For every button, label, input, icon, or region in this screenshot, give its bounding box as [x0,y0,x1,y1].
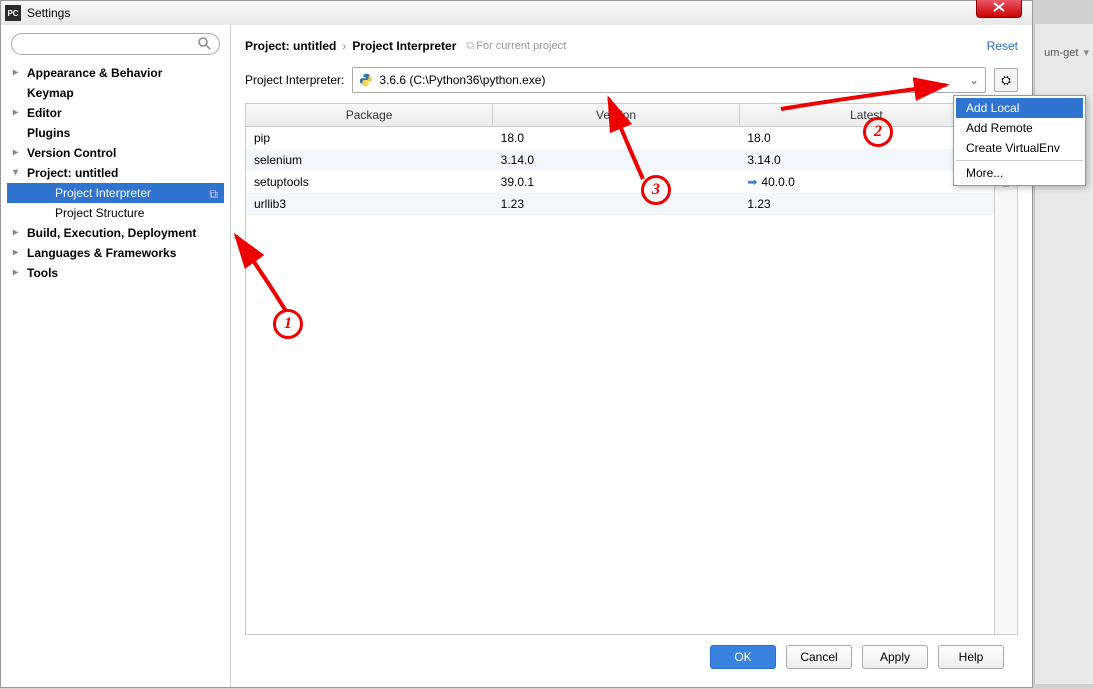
tree-editor[interactable]: ▸Editor [7,103,224,123]
col-package[interactable]: Package [246,104,493,127]
chevron-right-icon: ▸ [13,147,18,158]
cell-package: selenium [246,149,493,171]
main-panel: Project: untitled › Project Interpreter … [231,25,1032,687]
chevron-down-icon: ▾ [13,167,18,178]
apply-button[interactable]: Apply [862,645,928,669]
tree-build[interactable]: ▸Build, Execution, Deployment [7,223,224,243]
gear-icon: ⛭ [1001,73,1011,88]
cancel-button[interactable]: Cancel [786,645,852,669]
table-row[interactable]: setuptools39.0.1➡40.0.0 [246,171,994,193]
app-icon: PC [5,5,21,21]
tree-project[interactable]: ▾Project: untitled [7,163,224,183]
menu-separator [956,160,1083,161]
close-button[interactable] [976,0,1022,18]
window-title: Settings [27,6,1028,20]
table-row[interactable]: pip18.018.0 [246,127,994,150]
tree-plugins[interactable]: Plugins [7,123,224,143]
cell-package: pip [246,127,493,150]
cell-latest: 1.23 [739,193,993,215]
chevron-down-icon: ⌄ [969,73,979,87]
breadcrumb-page: Project Interpreter [352,39,456,53]
upgrade-arrow-icon: ➡ [747,175,757,189]
titlebar: PC Settings [1,1,1032,26]
breadcrumb: Project: untitled › Project Interpreter … [245,39,1018,53]
settings-tree: ▸Appearance & Behavior Keymap ▸Editor Pl… [1,63,230,687]
table-row[interactable]: urllib31.231.23 [246,193,994,215]
cell-version: 1.23 [493,193,740,215]
chevron-right-icon: ▸ [13,107,18,118]
tree-project-interpreter[interactable]: Project Interpreter⧉ [7,183,224,203]
tree-keymap[interactable]: Keymap [7,83,224,103]
current-project-note: ⧉For current project [466,40,566,53]
interpreter-row: Project Interpreter: 3.6.6 (C:\Python36\… [245,67,1018,93]
chevron-right-icon: ▸ [13,267,18,278]
background-tab: um-get ▾ [1044,46,1089,59]
dialog-button-bar: OK Cancel Apply Help [245,635,1018,679]
copy-icon: ⧉ [466,40,474,52]
reset-link[interactable]: Reset [987,39,1018,53]
tree-version-control[interactable]: ▸Version Control [7,143,224,163]
menu-add-remote[interactable]: Add Remote [956,118,1083,138]
chevron-right-icon: ▸ [13,247,18,258]
chevron-down-icon: ▾ [1080,47,1089,59]
chevron-right-icon: › [342,39,346,53]
search-input[interactable] [11,33,220,55]
cell-package: setuptools [246,171,493,193]
packages-table: Package Version Latest pip18.018.0seleni… [246,104,994,215]
tree-tools[interactable]: ▸Tools [7,263,224,283]
python-icon [359,73,373,87]
col-version[interactable]: Version [493,104,740,127]
table-row[interactable]: selenium3.14.03.14.0 [246,149,994,171]
interpreter-dropdown[interactable]: 3.6.6 (C:\Python36\python.exe) ⌄ [352,67,986,93]
chevron-right-icon: ▸ [13,67,18,78]
cell-version: 3.14.0 [493,149,740,171]
chevron-right-icon: ▸ [13,227,18,238]
tree-appearance[interactable]: ▸Appearance & Behavior [7,63,224,83]
interpreter-label: Project Interpreter: [245,73,344,87]
menu-more[interactable]: More... [956,163,1083,183]
tree-languages[interactable]: ▸Languages & Frameworks [7,243,224,263]
tree-project-structure[interactable]: Project Structure [7,203,224,223]
menu-create-virtualenv[interactable]: Create VirtualEnv [956,138,1083,158]
ok-button[interactable]: OK [710,645,776,669]
search-wrap [1,33,230,63]
interpreter-value: 3.6.6 (C:\Python36\python.exe) [379,73,545,87]
help-button[interactable]: Help [938,645,1004,669]
packages-table-wrap: Package Version Latest pip18.018.0seleni… [245,103,1018,635]
settings-window: PC Settings ▸Appearance & Behavior Keyma… [0,0,1033,688]
interpreter-context-menu: Add Local Add Remote Create VirtualEnv M… [953,95,1086,186]
close-icon [992,2,1006,12]
table-header-row: Package Version Latest [246,104,994,127]
cell-version: 39.0.1 [493,171,740,193]
cell-package: urllib3 [246,193,493,215]
sidebar: ▸Appearance & Behavior Keymap ▸Editor Pl… [1,25,231,687]
menu-add-local[interactable]: Add Local [956,98,1083,118]
cell-version: 18.0 [493,127,740,150]
breadcrumb-project[interactable]: Project: untitled [245,39,336,53]
interpreter-gear-button[interactable]: ⛭ [994,68,1018,92]
copy-icon: ⧉ [209,187,218,202]
